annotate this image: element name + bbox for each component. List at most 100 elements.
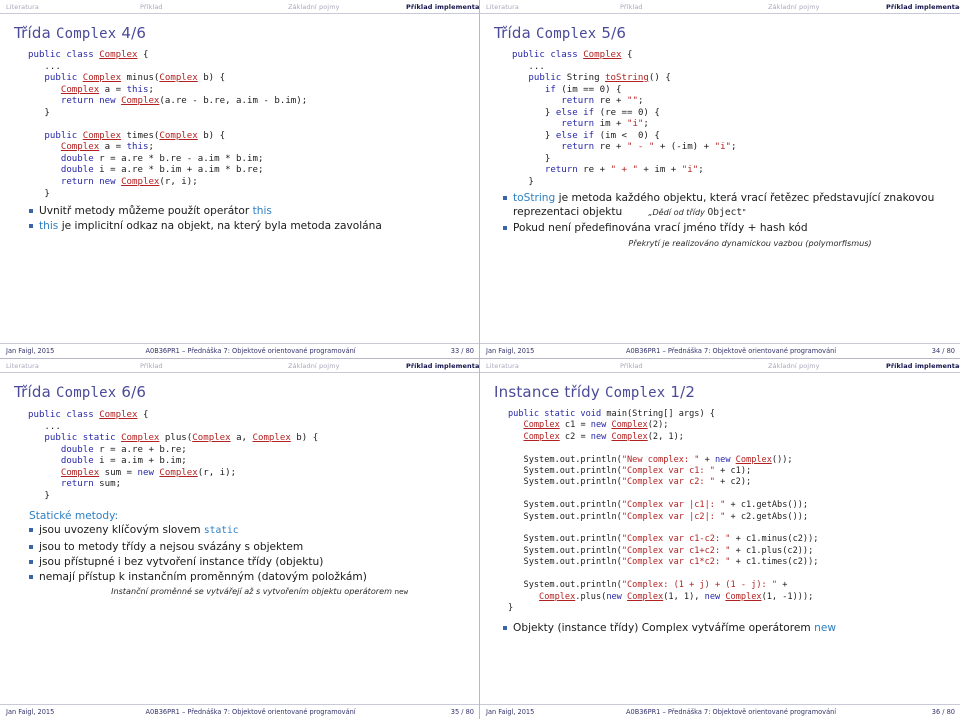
- nav-item-literatura[interactable]: Literatura: [486, 362, 620, 370]
- footer-course: A0B36PR1 – Přednáška 7: Objektově orient…: [145, 708, 356, 716]
- navbar: Literatura Příklad Základní pojmy Příkla…: [0, 359, 479, 373]
- footer-author: Jan Faigl, 2015: [486, 347, 535, 355]
- code-block-35: public class Complex { ... public static…: [28, 410, 319, 501]
- footer-course: A0B36PR1 – Přednáška 7: Objektově orient…: [625, 347, 837, 355]
- code-block-34: public class Complex { ... public String…: [512, 50, 737, 188]
- bullet-pre: jsou uvozeny klíčovým slovem: [39, 524, 204, 537]
- code-block-33: public class Complex { ... public Comple…: [28, 50, 308, 199]
- list-item: nemají přístup k instančním proměnným (d…: [26, 570, 473, 584]
- bullet-list-36: Objekty (instance třídy) Complex vytváří…: [500, 621, 954, 635]
- bullet-list-35: jsou uvozeny klíčovým slovem static jsou…: [26, 523, 473, 584]
- nav-item-priklad-implementace[interactable]: Příklad implementace: [406, 362, 479, 370]
- nav-item-zakladni-pojmy[interactable]: Základní pojmy: [768, 3, 886, 11]
- bullet-pre: Pokud není předefinována vrací jméno tří…: [513, 222, 808, 235]
- footer-page-number: 36 / 80: [931, 708, 955, 716]
- bullet-pre: Objekty (instance třídy) Complex vytváří…: [513, 622, 815, 635]
- nav-item-priklad-implementace[interactable]: Příklad implementace: [886, 3, 960, 11]
- footer-course: A0B36PR1 – Přednáška 7: Objektově orient…: [145, 347, 356, 355]
- navbar: Literatura Příklad Základní pojmy Příkla…: [480, 0, 960, 14]
- list-item: jsou přístupné i bez vytvoření instance …: [26, 555, 473, 569]
- slide-grid: Literatura Příklad Základní pojmy Příkla…: [0, 0, 960, 719]
- bullet-list-33: Uvnitř metody můžeme použít operátor thi…: [26, 204, 473, 234]
- bottom-note-35: Instanční proměnné se vytvářejí až s vyt…: [6, 586, 473, 596]
- page-title-mono: Complex: [55, 385, 117, 401]
- list-item: jsou uvozeny klíčovým slovem static: [26, 523, 473, 538]
- nav-item-literatura[interactable]: Literatura: [486, 3, 620, 11]
- page-title: Třída Complex 5/6: [480, 14, 960, 42]
- slide-body: public static void main(String[] args) {…: [480, 401, 960, 704]
- bullet-highlight: this: [39, 220, 59, 233]
- list-item: Pokud není předefinována vrací jméno tří…: [500, 221, 954, 235]
- bullet-pre: nemají přístup k instančním proměnným (d…: [39, 571, 367, 584]
- footer: Jan Faigl, 2015 A0B36PR1 – Přednáška 7: …: [0, 704, 479, 719]
- footer-page-number: 34 / 80: [931, 347, 955, 355]
- side-note: „Dědí od třídy Object": [648, 205, 746, 220]
- slide-body: public class Complex { ... public Comple…: [0, 42, 479, 343]
- code-block-36: public static void main(String[] args) {…: [508, 409, 819, 613]
- nav-item-zakladni-pojmy[interactable]: Základní pojmy: [768, 362, 886, 370]
- bottom-note-mono: new: [394, 586, 408, 596]
- nav-item-literatura[interactable]: Literatura: [6, 362, 140, 370]
- page-title-suffix: 1/2: [665, 383, 696, 401]
- slide-body: public class Complex { ... public static…: [0, 401, 479, 704]
- footer-course: A0B36PR1 – Přednáška 7: Objektově orient…: [625, 708, 837, 716]
- slide-body: public class Complex { ... public String…: [480, 42, 960, 343]
- list-item: toString je metoda každého objektu, kter…: [500, 191, 954, 221]
- page-title-text: Třída: [494, 24, 536, 42]
- nav-item-priklad[interactable]: Příklad: [140, 362, 288, 370]
- bottom-note-text: Instanční proměnné se vytvářejí až s vyt…: [111, 585, 395, 596]
- side-note-text: „Dědí od třídy: [648, 206, 708, 217]
- page-title: Třída Complex 4/6: [0, 14, 479, 42]
- nav-item-priklad-implementace[interactable]: Příklad implementace: [406, 3, 479, 11]
- section-lead-35: Statické metody:: [29, 510, 119, 523]
- bullet-post: je implicitní odkaz na objekt, na který …: [58, 220, 382, 233]
- page-title-mono: Complex: [604, 385, 666, 401]
- bullet-highlight: new: [814, 622, 837, 635]
- bullet-pre: Uvnitř metody můžeme použít operátor: [39, 205, 253, 218]
- slide-33: Literatura Příklad Základní pojmy Příkla…: [0, 0, 480, 359]
- page-title-text: Třída: [14, 24, 56, 42]
- list-item: Objekty (instance třídy) Complex vytváří…: [500, 621, 954, 635]
- nav-item-priklad[interactable]: Příklad: [140, 3, 288, 11]
- page-title-text: Třída: [14, 383, 56, 401]
- slide-34: Literatura Příklad Základní pojmy Příkla…: [480, 0, 960, 359]
- bullet-pre: jsou to metody třídy a nejsou svázány s …: [39, 540, 304, 553]
- nav-item-priklad-implementace[interactable]: Příklad implementace: [886, 362, 960, 370]
- slide-35: Literatura Příklad Základní pojmy Příkla…: [0, 359, 480, 719]
- navbar: Literatura Příklad Základní pojmy Příkla…: [0, 0, 479, 14]
- nav-item-priklad[interactable]: Příklad: [620, 362, 768, 370]
- nav-item-zakladni-pojmy[interactable]: Základní pojmy: [288, 362, 406, 370]
- bottom-note-34: Překrytí je realizováno dynamickou vazbo…: [628, 238, 872, 249]
- nav-item-zakladni-pojmy[interactable]: Základní pojmy: [288, 3, 406, 11]
- bullet-highlight: this: [252, 205, 272, 218]
- side-note-mono: Object: [707, 206, 743, 218]
- nav-item-priklad[interactable]: Příklad: [620, 3, 768, 11]
- footer-author: Jan Faigl, 2015: [6, 347, 55, 355]
- footer-author: Jan Faigl, 2015: [486, 708, 535, 716]
- list-item: this je implicitní odkaz na objekt, na k…: [26, 219, 473, 233]
- page-title-mono: Complex: [535, 26, 597, 42]
- footer-page-number: 35 / 80: [450, 708, 474, 716]
- side-note-suffix: ": [742, 206, 746, 217]
- page-title-suffix: 5/6: [596, 24, 627, 42]
- bullet-highlight: toString: [513, 191, 556, 204]
- page-title-mono: Complex: [55, 26, 117, 42]
- navbar: Literatura Příklad Základní pojmy Příkla…: [480, 359, 960, 373]
- slide-36: Literatura Příklad Základní pojmy Příkla…: [480, 359, 960, 719]
- list-item: Uvnitř metody můžeme použít operátor thi…: [26, 204, 473, 218]
- list-item: jsou to metody třídy a nejsou svázány s …: [26, 540, 473, 554]
- bullet-list-34: toString je metoda každého objektu, kter…: [500, 191, 954, 236]
- footer: Jan Faigl, 2015 A0B36PR1 – Přednáška 7: …: [480, 343, 960, 358]
- page-title: Instance třídy Complex 1/2: [480, 373, 960, 401]
- footer-page-number: 33 / 80: [450, 347, 474, 355]
- page-title-suffix: 6/6: [116, 383, 147, 401]
- nav-item-literatura[interactable]: Literatura: [6, 3, 140, 11]
- footer-author: Jan Faigl, 2015: [6, 708, 55, 716]
- footer: Jan Faigl, 2015 A0B36PR1 – Přednáška 7: …: [0, 343, 479, 358]
- bullet-highlight: static: [203, 525, 239, 537]
- bullet-pre: jsou přístupné i bez vytvoření instance …: [39, 555, 324, 568]
- page-title: Třída Complex 6/6: [0, 373, 479, 401]
- footer: Jan Faigl, 2015 A0B36PR1 – Přednáška 7: …: [480, 704, 960, 719]
- page-title-text: Instance třídy: [494, 383, 605, 401]
- page-title-suffix: 4/6: [116, 24, 147, 42]
